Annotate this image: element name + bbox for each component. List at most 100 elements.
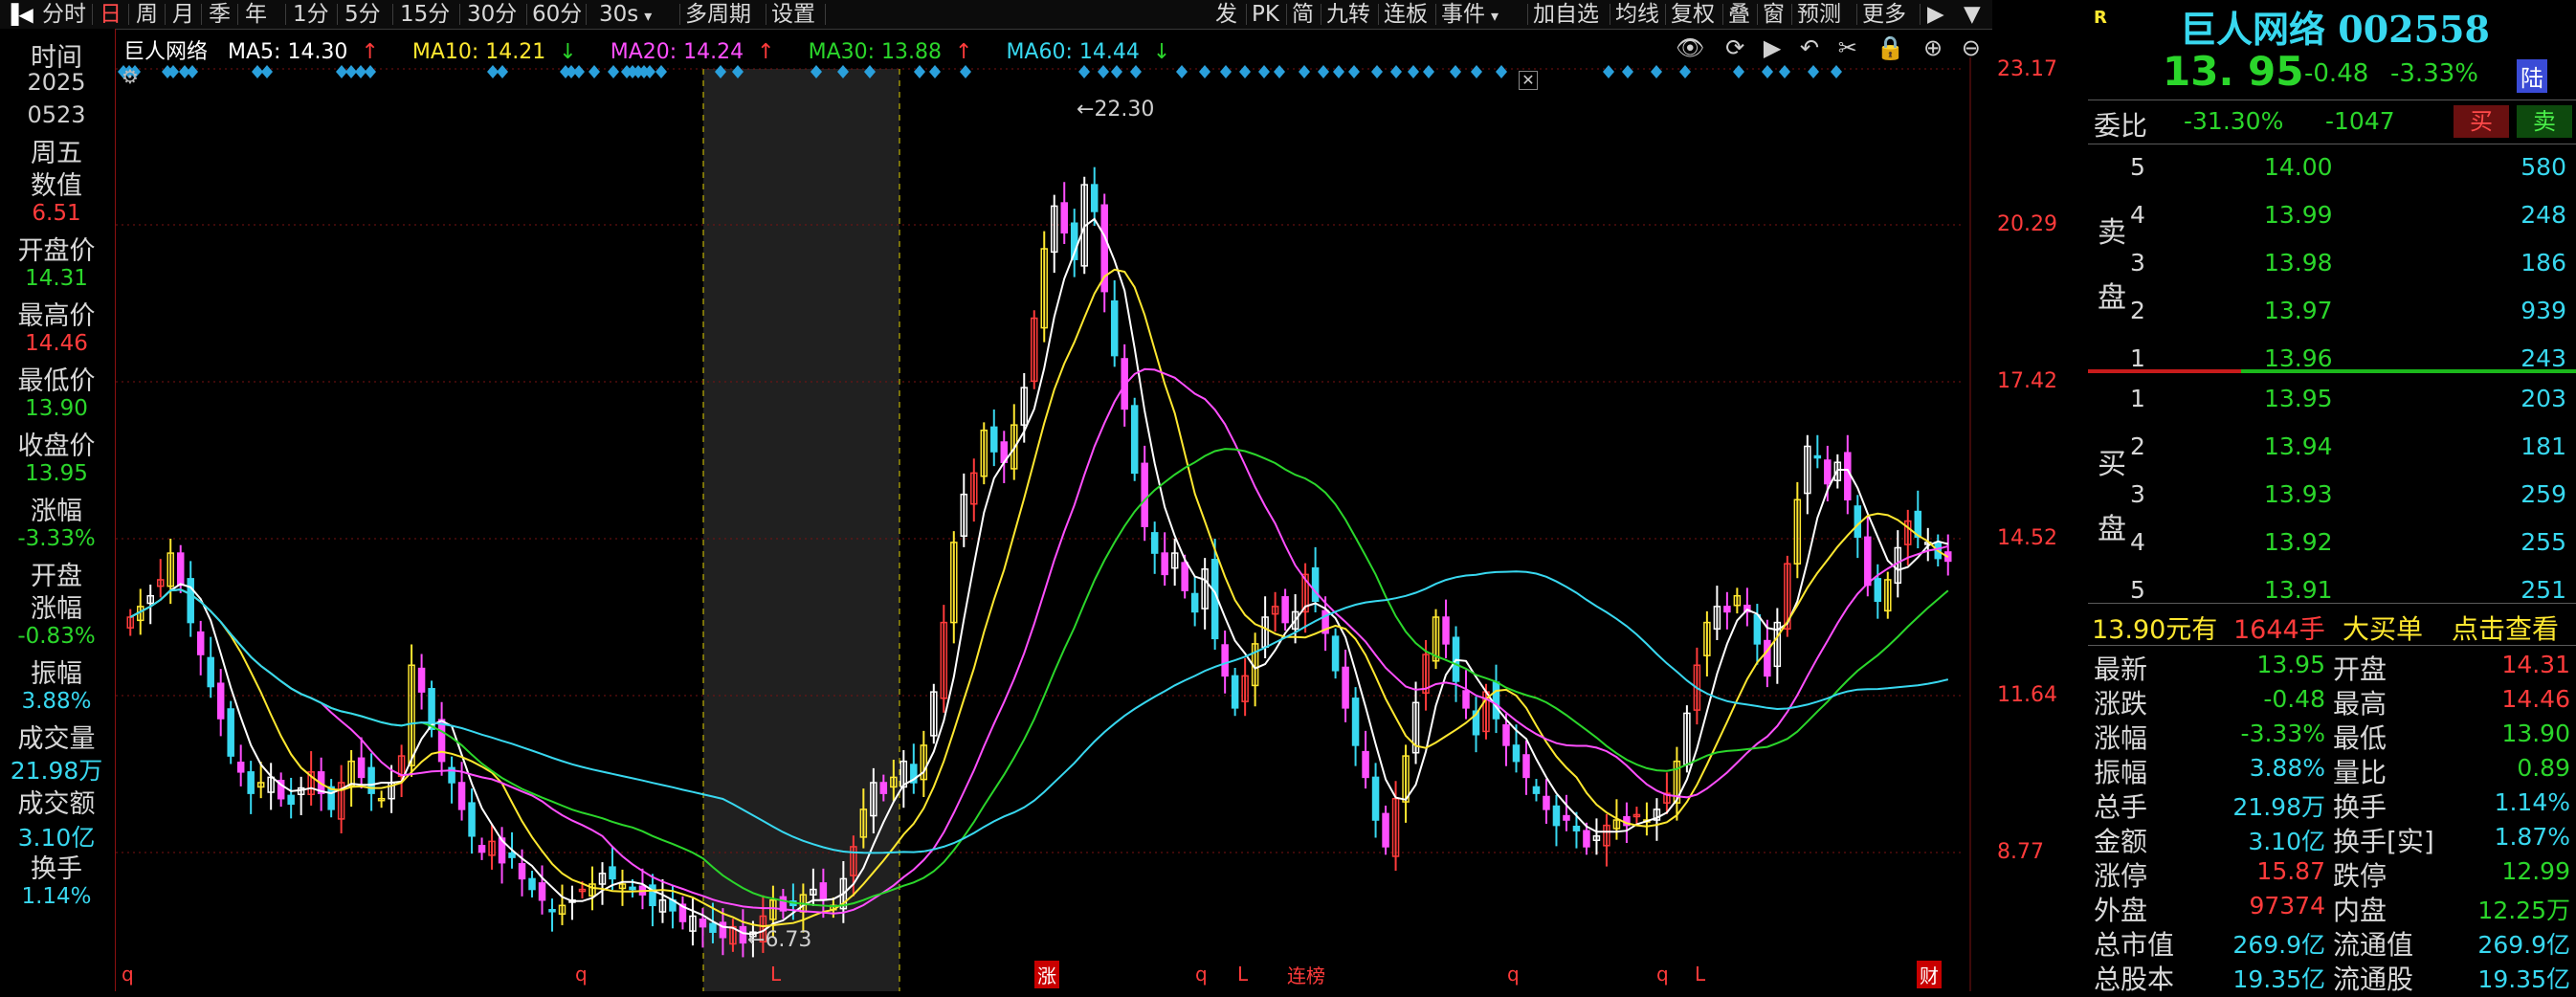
- close-range-icon[interactable]: ✕: [1519, 71, 1538, 90]
- tab-60min[interactable]: 60分: [532, 0, 582, 29]
- event-marker[interactable]: q: [1195, 963, 1208, 986]
- event-marker[interactable]: 财: [1917, 961, 1942, 988]
- amplitude-label: 振幅: [31, 659, 82, 689]
- axis-tick: 23.17: [1997, 57, 2057, 81]
- ask-price[interactable]: 13.99: [2264, 201, 2333, 229]
- candle-body: [1864, 536, 1872, 587]
- event-marker[interactable]: q: [1507, 963, 1520, 986]
- bid-price[interactable]: 13.91: [2264, 576, 2333, 604]
- publish-button[interactable]: 发: [1215, 0, 1237, 29]
- kline-chart-area[interactable]: 巨人网络 MA5: 14.30 ↑ MA10: 14.21 ↓ MA20: 14.2…: [116, 29, 2057, 991]
- nine-turn-button[interactable]: 九转: [1326, 0, 1370, 29]
- crosshair-info-panel: 时间 2025 0523 周五 数值 6.51 开盘价 14.31 最高价 14…: [0, 29, 116, 991]
- ask-price[interactable]: 13.97: [2264, 297, 2333, 324]
- ma20-legend: MA20: 14.24 ↑: [610, 40, 775, 64]
- event-marker[interactable]: q: [1656, 963, 1669, 986]
- ask-price[interactable]: 14.00: [2264, 153, 2333, 181]
- candle-body: [1090, 184, 1099, 212]
- event-marker[interactable]: L: [770, 963, 781, 986]
- more-button[interactable]: 更多: [1862, 0, 1906, 29]
- buy-button[interactable]: 买: [2454, 105, 2509, 138]
- collapse-panel-icon[interactable]: ▐◀: [4, 0, 33, 29]
- bid-price[interactable]: 13.92: [2264, 528, 2333, 556]
- bid-volume: 251: [2520, 576, 2566, 604]
- candle-body: [1563, 814, 1570, 821]
- candle-body: [1502, 723, 1510, 746]
- open-label: 开盘价: [17, 236, 96, 266]
- tab-5min[interactable]: 5分: [344, 0, 381, 29]
- event-diamond: [1348, 65, 1360, 78]
- events-dropdown[interactable]: 事件: [1441, 0, 1499, 29]
- bid-price[interactable]: 13.95: [2264, 385, 2333, 412]
- ask-level: 4: [2130, 201, 2145, 229]
- zoom-in-icon[interactable]: ⊕: [1923, 34, 1943, 61]
- replay-icon[interactable]: ⟳: [1725, 34, 1744, 61]
- bid-price[interactable]: 13.93: [2264, 480, 2333, 508]
- settings-button[interactable]: 设置: [771, 0, 815, 29]
- ask-price[interactable]: 13.98: [2264, 249, 2333, 277]
- candle-body: [528, 877, 536, 891]
- tab-quarterly[interactable]: 季: [209, 0, 231, 29]
- volume-label: 成交量: [17, 724, 96, 754]
- period-select[interactable]: 30s: [599, 0, 652, 29]
- add-watchlist-button[interactable]: 加自选: [1533, 0, 1599, 29]
- undo-icon[interactable]: ↶: [1800, 34, 1819, 61]
- bid-level: 1: [2130, 385, 2145, 412]
- event-diamond: [1274, 65, 1285, 78]
- bid-level: 3: [2130, 480, 2145, 508]
- bid-price[interactable]: 13.94: [2264, 432, 2333, 460]
- window-button[interactable]: 窗: [1763, 0, 1785, 29]
- big-order-view-link[interactable]: 点击查看: [2452, 609, 2559, 647]
- tab-monthly[interactable]: 月: [172, 0, 194, 29]
- forecast-button[interactable]: 预测: [1797, 0, 1841, 29]
- tab-daily[interactable]: 日: [100, 0, 122, 29]
- event-marker[interactable]: q: [575, 963, 588, 986]
- close-label: 收盘价: [17, 432, 96, 461]
- tab-yearly[interactable]: 年: [245, 0, 267, 29]
- lock-icon[interactable]: 🔒: [1876, 34, 1904, 61]
- tab-30min[interactable]: 30分: [467, 0, 517, 29]
- candle-body: [196, 631, 205, 655]
- overlay-button[interactable]: 叠: [1728, 0, 1750, 29]
- toolbar-menu-icon[interactable]: ▼: [1964, 0, 1981, 29]
- volume-value: 21.98万: [10, 757, 103, 785]
- limit-board-button[interactable]: 连板: [1384, 0, 1428, 29]
- candle-body: [548, 909, 556, 913]
- sell-button[interactable]: 卖: [2517, 105, 2572, 138]
- event-diamond: [1078, 65, 1090, 78]
- high-annotation: ←22.30: [1077, 98, 1155, 122]
- tab-time-share[interactable]: 分时: [42, 0, 86, 29]
- event-marker[interactable]: 涨: [1034, 961, 1059, 988]
- event-marker[interactable]: q: [122, 963, 134, 986]
- event-marker[interactable]: 连榜: [1287, 961, 1325, 988]
- tab-weekly[interactable]: 周: [136, 0, 158, 29]
- ma-button[interactable]: 均线: [1615, 0, 1659, 29]
- axis-tick: 20.29: [1997, 212, 2057, 236]
- zoom-out-icon[interactable]: ⊖: [1962, 34, 1981, 61]
- scissors-icon[interactable]: ✂: [1838, 34, 1857, 61]
- kline-svg[interactable]: [116, 29, 1991, 991]
- candle-body: [1331, 635, 1340, 672]
- eye-icon[interactable]: 👁: [1676, 34, 1704, 61]
- ask-volume: 248: [2520, 201, 2566, 229]
- tab-1min[interactable]: 1分: [293, 0, 329, 29]
- stat-value: 3.88%: [2249, 754, 2325, 782]
- scroll-right-icon[interactable]: ▶: [1927, 0, 1944, 29]
- event-diamond: [1603, 65, 1614, 78]
- adjust-button[interactable]: 复权: [1671, 0, 1715, 29]
- simple-button[interactable]: 简: [1292, 0, 1314, 29]
- event-marker[interactable]: L: [1237, 963, 1248, 986]
- stat-value: 14.31: [2501, 651, 2570, 678]
- play-icon[interactable]: ▶: [1764, 34, 1781, 61]
- candle-body: [1190, 592, 1199, 613]
- multi-period-button[interactable]: 多周期: [685, 0, 751, 29]
- ask-price[interactable]: 13.96: [2264, 344, 2333, 372]
- pk-button[interactable]: PK: [1252, 0, 1279, 29]
- event-marker[interactable]: L: [1695, 963, 1705, 986]
- tab-15min[interactable]: 15分: [400, 0, 450, 29]
- value-label: 数值: [31, 171, 82, 201]
- candle-body: [1060, 202, 1068, 234]
- chart-settings-icon[interactable]: ⚙: [122, 65, 139, 88]
- candle-body: [1311, 566, 1320, 603]
- event-diamond: [187, 65, 198, 78]
